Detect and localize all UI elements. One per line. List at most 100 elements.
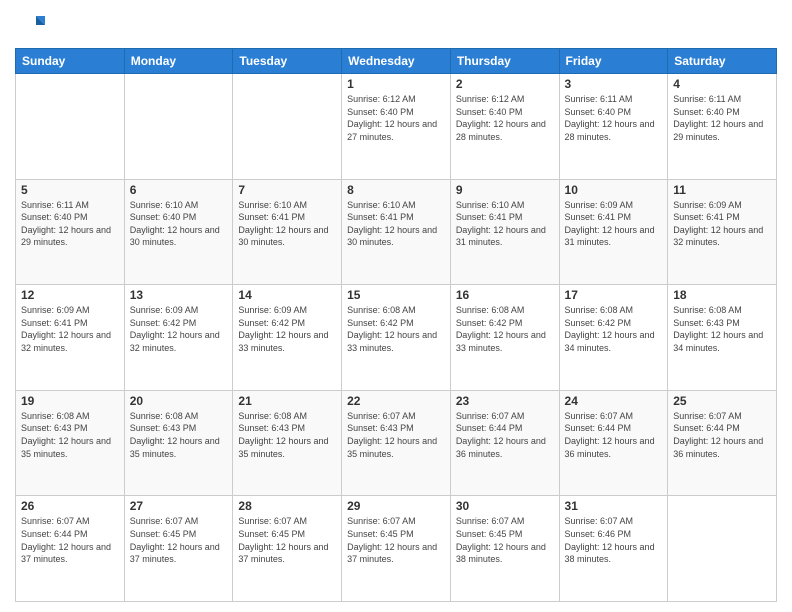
day-number: 13 xyxy=(130,288,228,302)
calendar-cell: 6 Sunrise: 6:10 AM Sunset: 6:40 PM Daylig… xyxy=(124,179,233,285)
calendar-cell: 3 Sunrise: 6:11 AM Sunset: 6:40 PM Daylig… xyxy=(559,74,668,180)
week-row-2: 12 Sunrise: 6:09 AM Sunset: 6:41 PM Dayli… xyxy=(16,285,777,391)
day-info: Sunrise: 6:08 AM Sunset: 6:43 PM Dayligh… xyxy=(238,410,336,460)
day-number: 14 xyxy=(238,288,336,302)
calendar-cell: 12 Sunrise: 6:09 AM Sunset: 6:41 PM Dayli… xyxy=(16,285,125,391)
day-number: 21 xyxy=(238,394,336,408)
calendar-cell: 10 Sunrise: 6:09 AM Sunset: 6:41 PM Dayli… xyxy=(559,179,668,285)
day-info: Sunrise: 6:11 AM Sunset: 6:40 PM Dayligh… xyxy=(673,93,771,143)
calendar-cell: 13 Sunrise: 6:09 AM Sunset: 6:42 PM Dayli… xyxy=(124,285,233,391)
day-number: 25 xyxy=(673,394,771,408)
day-info: Sunrise: 6:07 AM Sunset: 6:44 PM Dayligh… xyxy=(673,410,771,460)
week-row-0: 1 Sunrise: 6:12 AM Sunset: 6:40 PM Daylig… xyxy=(16,74,777,180)
calendar-cell: 19Sunrise: 6:08 AM Sunset: 6:43 PM Dayli… xyxy=(16,390,125,496)
day-info: Sunrise: 6:10 AM Sunset: 6:41 PM Dayligh… xyxy=(347,199,445,249)
day-number: 26 xyxy=(21,499,119,513)
calendar-cell: 20Sunrise: 6:08 AM Sunset: 6:43 PM Dayli… xyxy=(124,390,233,496)
day-info: Sunrise: 6:11 AM Sunset: 6:40 PM Dayligh… xyxy=(21,199,119,249)
calendar-header-row: SundayMondayTuesdayWednesdayThursdayFrid… xyxy=(16,49,777,74)
calendar-cell xyxy=(668,496,777,602)
page: SundayMondayTuesdayWednesdayThursdayFrid… xyxy=(0,0,792,612)
week-row-1: 5 Sunrise: 6:11 AM Sunset: 6:40 PM Daylig… xyxy=(16,179,777,285)
day-number: 18 xyxy=(673,288,771,302)
calendar-cell: 11Sunrise: 6:09 AM Sunset: 6:41 PM Dayli… xyxy=(668,179,777,285)
day-number: 10 xyxy=(565,183,663,197)
calendar-cell: 16 Sunrise: 6:08 AM Sunset: 6:42 PM Dayli… xyxy=(450,285,559,391)
day-info: Sunrise: 6:10 AM Sunset: 6:41 PM Dayligh… xyxy=(238,199,336,249)
calendar-cell xyxy=(124,74,233,180)
day-info: Sunrise: 6:07 AM Sunset: 6:43 PM Dayligh… xyxy=(347,410,445,460)
day-number: 9 xyxy=(456,183,554,197)
day-info: Sunrise: 6:07 AM Sunset: 6:44 PM Dayligh… xyxy=(456,410,554,460)
calendar-cell: 30 Sunrise: 6:07 AM Sunset: 6:45 PM Dayli… xyxy=(450,496,559,602)
calendar-cell: 1 Sunrise: 6:12 AM Sunset: 6:40 PM Daylig… xyxy=(342,74,451,180)
day-info: Sunrise: 6:07 AM Sunset: 6:45 PM Dayligh… xyxy=(130,515,228,565)
day-info: Sunrise: 6:12 AM Sunset: 6:40 PM Dayligh… xyxy=(347,93,445,143)
calendar-cell: 15 Sunrise: 6:08 AM Sunset: 6:42 PM Dayli… xyxy=(342,285,451,391)
calendar-cell: 31 Sunrise: 6:07 AM Sunset: 6:46 PM Dayli… xyxy=(559,496,668,602)
day-number: 17 xyxy=(565,288,663,302)
day-number: 6 xyxy=(130,183,228,197)
day-info: Sunrise: 6:12 AM Sunset: 6:40 PM Dayligh… xyxy=(456,93,554,143)
calendar-cell: 5 Sunrise: 6:11 AM Sunset: 6:40 PM Daylig… xyxy=(16,179,125,285)
day-number: 24 xyxy=(565,394,663,408)
col-header-thursday: Thursday xyxy=(450,49,559,74)
calendar-cell: 29Sunrise: 6:07 AM Sunset: 6:45 PM Dayli… xyxy=(342,496,451,602)
calendar-cell: 14 Sunrise: 6:09 AM Sunset: 6:42 PM Dayli… xyxy=(233,285,342,391)
day-info: Sunrise: 6:07 AM Sunset: 6:45 PM Dayligh… xyxy=(347,515,445,565)
day-info: Sunrise: 6:07 AM Sunset: 6:46 PM Dayligh… xyxy=(565,515,663,565)
day-number: 7 xyxy=(238,183,336,197)
day-info: Sunrise: 6:08 AM Sunset: 6:43 PM Dayligh… xyxy=(130,410,228,460)
calendar-cell: 21 Sunrise: 6:08 AM Sunset: 6:43 PM Dayli… xyxy=(233,390,342,496)
day-info: Sunrise: 6:08 AM Sunset: 6:43 PM Dayligh… xyxy=(673,304,771,354)
calendar-cell: 28Sunrise: 6:07 AM Sunset: 6:45 PM Dayli… xyxy=(233,496,342,602)
day-number: 15 xyxy=(347,288,445,302)
calendar-cell: 8 Sunrise: 6:10 AM Sunset: 6:41 PM Daylig… xyxy=(342,179,451,285)
day-number: 12 xyxy=(21,288,119,302)
day-info: Sunrise: 6:08 AM Sunset: 6:42 PM Dayligh… xyxy=(456,304,554,354)
day-number: 31 xyxy=(565,499,663,513)
day-info: Sunrise: 6:09 AM Sunset: 6:41 PM Dayligh… xyxy=(21,304,119,354)
calendar-table: SundayMondayTuesdayWednesdayThursdayFrid… xyxy=(15,48,777,602)
calendar-cell: 2 Sunrise: 6:12 AM Sunset: 6:40 PM Daylig… xyxy=(450,74,559,180)
calendar-body: 1 Sunrise: 6:12 AM Sunset: 6:40 PM Daylig… xyxy=(16,74,777,602)
day-info: Sunrise: 6:08 AM Sunset: 6:42 PM Dayligh… xyxy=(347,304,445,354)
day-info: Sunrise: 6:11 AM Sunset: 6:40 PM Dayligh… xyxy=(565,93,663,143)
logo xyxy=(15,10,49,40)
day-info: Sunrise: 6:07 AM Sunset: 6:45 PM Dayligh… xyxy=(456,515,554,565)
day-number: 2 xyxy=(456,77,554,91)
calendar-cell: 27Sunrise: 6:07 AM Sunset: 6:45 PM Dayli… xyxy=(124,496,233,602)
day-number: 8 xyxy=(347,183,445,197)
day-number: 28 xyxy=(238,499,336,513)
day-number: 1 xyxy=(347,77,445,91)
day-number: 11 xyxy=(673,183,771,197)
logo-icon xyxy=(15,10,45,40)
calendar-cell: 25 Sunrise: 6:07 AM Sunset: 6:44 PM Dayli… xyxy=(668,390,777,496)
header xyxy=(15,10,777,40)
day-number: 5 xyxy=(21,183,119,197)
day-number: 23 xyxy=(456,394,554,408)
calendar-cell: 4 Sunrise: 6:11 AM Sunset: 6:40 PM Daylig… xyxy=(668,74,777,180)
day-info: Sunrise: 6:10 AM Sunset: 6:40 PM Dayligh… xyxy=(130,199,228,249)
week-row-4: 26 Sunrise: 6:07 AM Sunset: 6:44 PM Dayli… xyxy=(16,496,777,602)
calendar-cell xyxy=(16,74,125,180)
day-info: Sunrise: 6:09 AM Sunset: 6:42 PM Dayligh… xyxy=(130,304,228,354)
day-number: 16 xyxy=(456,288,554,302)
col-header-monday: Monday xyxy=(124,49,233,74)
day-number: 19 xyxy=(21,394,119,408)
calendar-cell: 22Sunrise: 6:07 AM Sunset: 6:43 PM Dayli… xyxy=(342,390,451,496)
day-info: Sunrise: 6:07 AM Sunset: 6:44 PM Dayligh… xyxy=(565,410,663,460)
day-info: Sunrise: 6:10 AM Sunset: 6:41 PM Dayligh… xyxy=(456,199,554,249)
day-info: Sunrise: 6:07 AM Sunset: 6:44 PM Dayligh… xyxy=(21,515,119,565)
col-header-sunday: Sunday xyxy=(16,49,125,74)
day-number: 3 xyxy=(565,77,663,91)
day-info: Sunrise: 6:09 AM Sunset: 6:42 PM Dayligh… xyxy=(238,304,336,354)
day-number: 30 xyxy=(456,499,554,513)
calendar-cell xyxy=(233,74,342,180)
day-info: Sunrise: 6:09 AM Sunset: 6:41 PM Dayligh… xyxy=(565,199,663,249)
calendar-cell: 24 Sunrise: 6:07 AM Sunset: 6:44 PM Dayli… xyxy=(559,390,668,496)
col-header-tuesday: Tuesday xyxy=(233,49,342,74)
col-header-wednesday: Wednesday xyxy=(342,49,451,74)
day-number: 4 xyxy=(673,77,771,91)
col-header-saturday: Saturday xyxy=(668,49,777,74)
